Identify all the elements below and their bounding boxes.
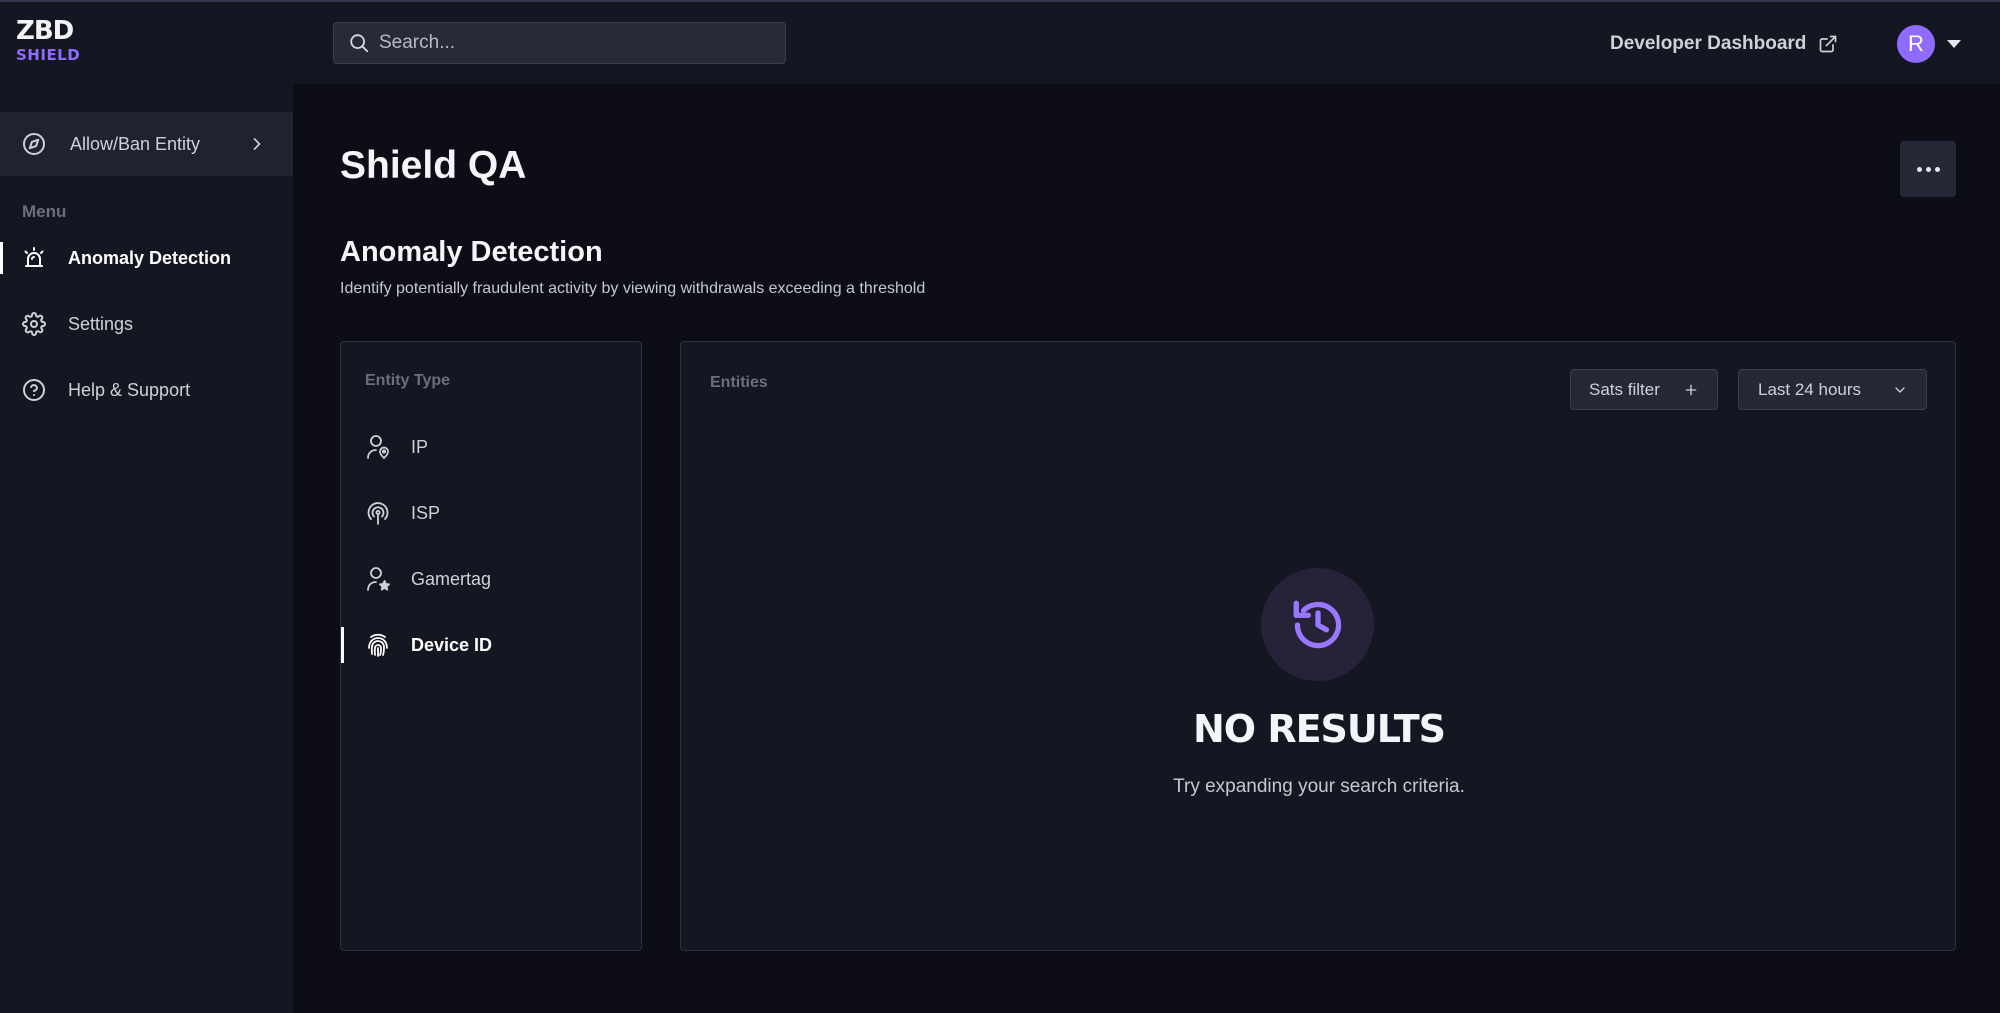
entity-type-label-text: ISP	[411, 502, 441, 523]
user-star-icon	[367, 567, 390, 591]
search-input[interactable]	[379, 32, 779, 54]
broadcast-icon	[367, 502, 389, 525]
sidebar-item-label: Settings	[68, 313, 134, 334]
more-dot-icon	[1934, 166, 1940, 172]
caret-down-icon[interactable]	[1947, 40, 1961, 48]
entity-type-isp[interactable]: ISP	[341, 493, 641, 533]
more-options-button[interactable]	[1900, 141, 1956, 197]
search-box[interactable]	[333, 22, 786, 64]
section-title: Anomaly Detection	[340, 236, 603, 268]
plus-icon	[1685, 384, 1697, 395]
allow-ban-entity-button[interactable]: Allow/Ban Entity	[0, 112, 293, 176]
search-icon	[350, 34, 369, 53]
avatar[interactable]: R	[1897, 25, 1935, 63]
fingerprint-icon	[368, 633, 388, 657]
sidebar-item-settings[interactable]: Settings	[0, 304, 293, 344]
sats-filter-label: Sats filter	[1589, 379, 1660, 399]
entity-type-label-text: IP	[411, 436, 429, 457]
sidebar-item-label: Help & Support	[68, 379, 191, 400]
developer-dashboard-label: Developer Dashboard	[1610, 33, 1807, 54]
entity-type-device-id[interactable]: Device ID	[341, 625, 641, 665]
entity-type-ip[interactable]: IP	[341, 427, 641, 467]
zbd-shield-logo[interactable]: ZBD SHIELD	[16, 18, 96, 68]
user-location-icon	[367, 435, 389, 459]
entity-type-gamertag[interactable]: Gamertag	[341, 559, 641, 599]
top-bar: ZBD SHIELD Developer Dashboard R	[0, 0, 2000, 84]
chevron-right-icon	[253, 138, 261, 150]
entities-results-panel: Entities Sats filter Last 24 hours NO RE…	[680, 341, 1956, 951]
alarm-icon	[24, 247, 44, 267]
sidebar-item-label: Anomaly Detection	[68, 247, 232, 268]
more-dot-icon	[1916, 166, 1922, 172]
more-dot-icon	[1925, 166, 1931, 172]
time-range-label: Last 24 hours	[1758, 379, 1862, 399]
page-title: Shield QA	[340, 144, 527, 187]
entity-type-panel: Entity Type IP ISP Gamertag Device ID	[340, 341, 642, 951]
empty-state-title: NO RESULTS	[1193, 707, 1446, 751]
history-icon	[1293, 600, 1341, 648]
sats-filter-button[interactable]: Sats filter	[1570, 369, 1718, 410]
sidebar: Allow/Ban Entity Menu Anomaly Detection …	[0, 84, 293, 1013]
allow-ban-entity-label: Allow/Ban Entity	[70, 133, 201, 154]
chevron-down-icon	[1895, 386, 1905, 393]
empty-state-description: Try expanding your search criteria.	[1173, 776, 1465, 797]
gear-icon	[22, 312, 46, 336]
help-circle-icon	[23, 379, 45, 401]
logo-zbd-text: ZBD	[16, 16, 74, 46]
sidebar-item-anomaly-detection[interactable]: Anomaly Detection	[0, 238, 293, 278]
empty-state-icon-wrap	[1261, 568, 1374, 681]
entity-type-label-text: Gamertag	[411, 568, 492, 589]
sidebar-item-help-support[interactable]: Help & Support	[0, 370, 293, 410]
account-menu[interactable]: R	[1897, 25, 1961, 63]
logo-shield-text: SHIELD	[16, 46, 81, 64]
external-link-icon	[1820, 35, 1837, 53]
entity-type-label: Entity Type	[365, 372, 451, 389]
section-description: Identify potentially fraudulent activity…	[340, 280, 926, 297]
time-range-select[interactable]: Last 24 hours	[1738, 369, 1927, 410]
developer-dashboard-link[interactable]: Developer Dashboard	[1610, 30, 1838, 58]
menu-section-title: Menu	[22, 202, 67, 221]
entities-label: Entities	[710, 374, 768, 391]
compass-icon	[23, 133, 45, 155]
entity-type-label-text: Device ID	[411, 634, 493, 655]
